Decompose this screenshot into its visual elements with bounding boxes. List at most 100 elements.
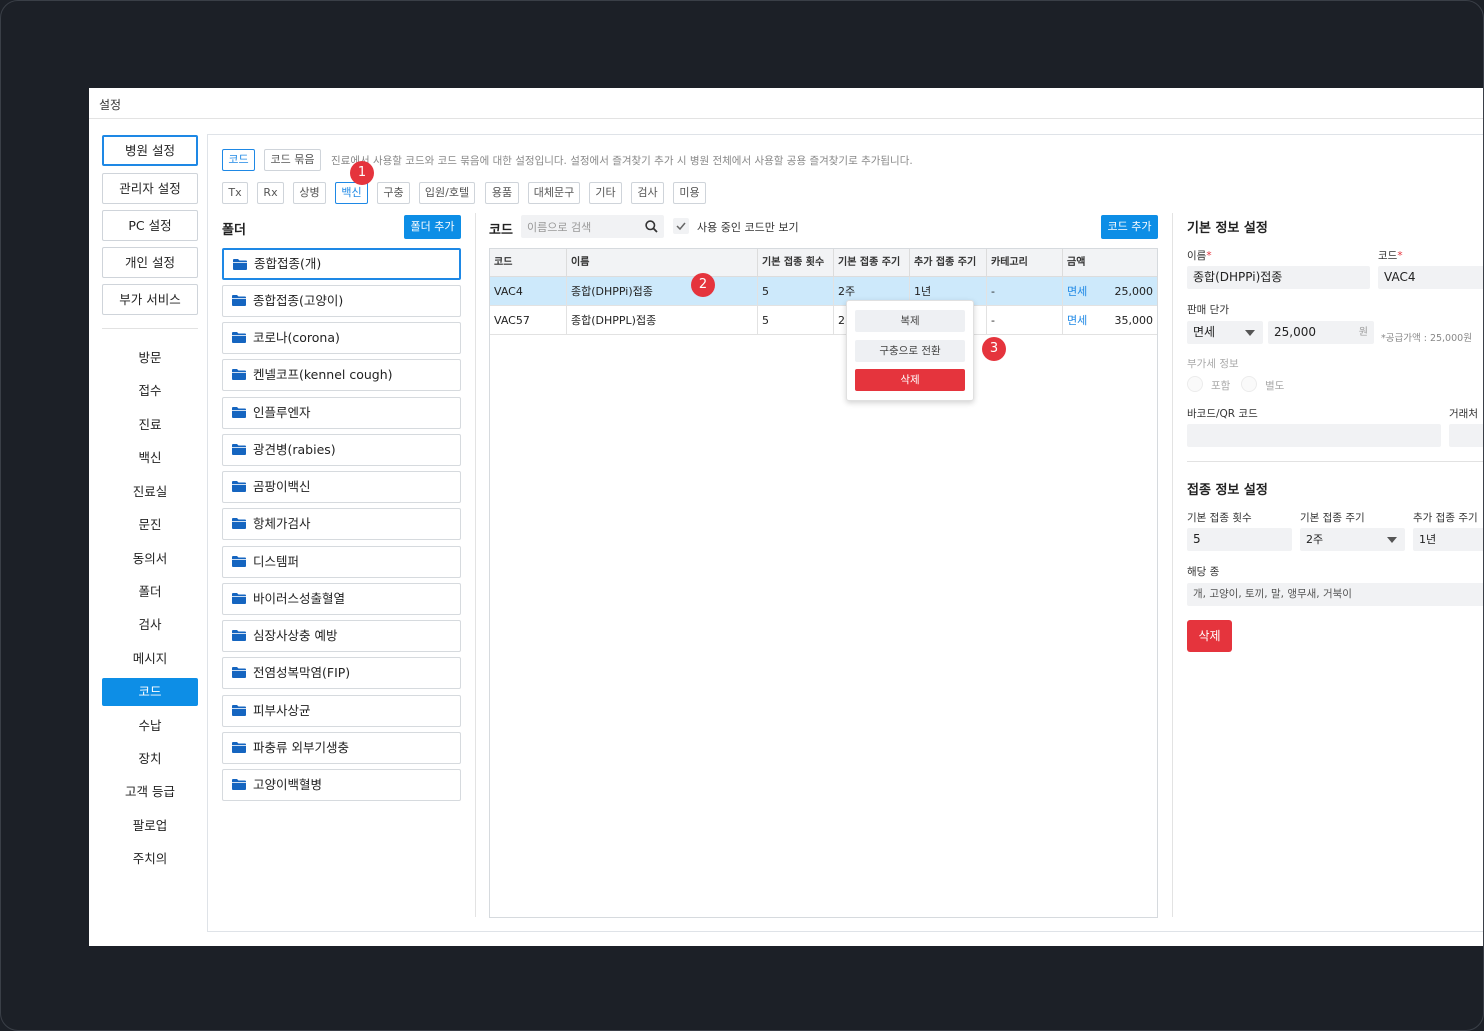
sidebar-item-doctor[interactable]: 주치의: [102, 845, 198, 873]
sidebar-item-grade[interactable]: 고객 등급: [102, 778, 198, 806]
column-header-price[interactable]: 금액: [1063, 249, 1157, 277]
sidebar-item-reception[interactable]: 접수: [102, 377, 198, 405]
only-active-checkbox[interactable]: [673, 218, 689, 234]
add-code-button[interactable]: 코드 추가: [1101, 215, 1158, 239]
folder-item[interactable]: 곰팡이백신: [222, 471, 461, 503]
tab-supplies[interactable]: 용품: [485, 182, 519, 204]
sidebar-item-code[interactable]: 코드: [102, 678, 198, 706]
folder-item[interactable]: 코로나(corona): [222, 322, 461, 354]
side-btn-addon[interactable]: 부가 서비스: [102, 284, 198, 315]
vat-separate-radio[interactable]: [1241, 376, 1257, 392]
folder-item[interactable]: 항체가검사: [222, 508, 461, 540]
tab-etc[interactable]: 기타: [589, 182, 622, 204]
sidebar-item-device[interactable]: 장치: [102, 745, 198, 773]
tax-select[interactable]: 면세: [1187, 321, 1263, 344]
sidebar-item-visit[interactable]: 방문: [102, 344, 198, 372]
folder-icon: [232, 593, 246, 604]
sidebar-item-consent[interactable]: 동의서: [102, 545, 198, 573]
convert-menu-item[interactable]: 구충으로 전환: [855, 340, 965, 362]
search-icon[interactable]: [645, 220, 658, 233]
folder-label: 코로나(corona): [253, 330, 340, 345]
tab-exam[interactable]: 검사: [631, 182, 664, 204]
supply-note: *공급가액 : 25,000원: [1381, 333, 1472, 344]
tab-tx[interactable]: Tx: [222, 182, 248, 204]
folder-item[interactable]: 디스템퍼: [222, 546, 461, 578]
tab-rx[interactable]: Rx: [257, 182, 284, 204]
app-frame: 설정 병원 설정 관리자 설정 PC 설정 개인 설정 부가 서비스 방문 접수…: [0, 0, 1484, 1031]
vendor-field[interactable]: [1449, 424, 1483, 447]
folder-item[interactable]: 종합접종(고양이): [222, 285, 461, 317]
sidebar-item-questionnaire[interactable]: 문진: [102, 511, 198, 539]
tab-code[interactable]: 코드: [222, 149, 255, 171]
table-row[interactable]: VAC57 종합(DHPPL)접종 5 2 - 면세 35,000: [490, 306, 1157, 335]
sidebar-item-folder[interactable]: 폴더: [102, 578, 198, 606]
table-row[interactable]: VAC4 종합(DHPPi)접종 5 2주 1년 - 면세 25,000: [490, 277, 1157, 306]
window-title: 설정: [99, 98, 122, 112]
cell-tax[interactable]: 면세: [1063, 306, 1103, 335]
add-folder-button[interactable]: 폴더 추가: [404, 215, 461, 239]
tab-vaccine[interactable]: 백신: [335, 182, 368, 204]
vendor-label: 거래처: [1449, 408, 1478, 420]
tab-alt-text[interactable]: 대체문구: [528, 182, 580, 204]
cell-category: -: [987, 306, 1063, 335]
vat-separate-label: 별도: [1265, 380, 1285, 392]
folder-label: 디스템퍼: [253, 554, 300, 569]
page-description: 진료에서 사용할 코드와 코드 묶음에 대한 설정입니다. 설정에서 즐겨찾기 …: [331, 155, 913, 167]
folder-label: 심장사상충 예방: [253, 628, 338, 643]
delete-button[interactable]: 삭제: [1187, 620, 1232, 652]
sidebar-item-vaccine[interactable]: 백신: [102, 444, 198, 472]
side-btn-pc[interactable]: PC 설정: [102, 210, 198, 241]
column-header-extra[interactable]: 추가 접종 주기: [910, 249, 987, 277]
name-field[interactable]: 종합(DHPPi)접종: [1187, 266, 1370, 289]
context-menu: 복제 구충으로 전환 삭제: [846, 300, 974, 401]
sidebar-item-exam[interactable]: 검사: [102, 611, 198, 639]
side-btn-admin[interactable]: 관리자 설정: [102, 173, 198, 204]
column-header-name[interactable]: 이름: [567, 249, 758, 277]
folder-label: 광견병(rabies): [253, 442, 336, 457]
folder-icon: [232, 518, 246, 529]
barcode-field[interactable]: [1187, 424, 1441, 447]
column-header-count[interactable]: 기본 접종 횟수: [758, 249, 834, 277]
only-active-label: 사용 중인 코드만 보기: [697, 221, 799, 234]
code-field[interactable]: VAC4: [1378, 266, 1483, 289]
sidebar-item-payment[interactable]: 수납: [102, 712, 198, 740]
tab-deworming[interactable]: 구충: [377, 182, 410, 204]
search-input[interactable]: 이름으로 검색: [521, 215, 664, 238]
folder-item[interactable]: 광견병(rabies): [222, 434, 461, 466]
vat-include-radio[interactable]: [1187, 376, 1203, 392]
tab-hospitalization[interactable]: 입원/호텔: [419, 182, 475, 204]
cell-count: 5: [758, 306, 834, 335]
column-header-category[interactable]: 카테고리: [987, 249, 1063, 277]
count-field[interactable]: 5: [1187, 528, 1292, 551]
folder-item[interactable]: 인플루엔자: [222, 397, 461, 429]
delete-menu-item[interactable]: 삭제: [855, 369, 965, 391]
column-header-code[interactable]: 코드: [490, 249, 567, 277]
species-field[interactable]: 개, 고양이, 토끼, 말, 앵무새, 거북이: [1187, 583, 1483, 606]
folder-item[interactable]: 파충류 외부기생충: [222, 732, 461, 764]
folder-item[interactable]: 피부사상균: [222, 695, 461, 727]
tab-diagnosis[interactable]: 상병: [293, 182, 326, 204]
extra-field[interactable]: 1년: [1413, 528, 1483, 551]
sidebar-item-message[interactable]: 메시지: [102, 645, 198, 673]
sidebar-item-room[interactable]: 진료실: [102, 478, 198, 506]
sidebar-item-treatment[interactable]: 진료: [102, 411, 198, 439]
tab-code-bundle[interactable]: 코드 묶음: [264, 149, 321, 171]
folder-item[interactable]: 전염성복막염(FIP): [222, 657, 461, 689]
tab-grooming[interactable]: 미용: [673, 182, 706, 204]
price-field[interactable]: 25,000 원: [1268, 321, 1374, 344]
duplicate-menu-item[interactable]: 복제: [855, 310, 965, 332]
folder-item[interactable]: 고양이백혈병: [222, 769, 461, 801]
cell-price: 25,000: [1114, 285, 1154, 298]
column-header-cycle[interactable]: 기본 접종 주기: [834, 249, 910, 277]
side-btn-hospital[interactable]: 병원 설정: [102, 135, 198, 166]
cycle-select[interactable]: 2주: [1300, 528, 1405, 551]
folder-item[interactable]: 켄넬코프(kennel cough): [222, 359, 461, 391]
folder-icon: [232, 295, 246, 306]
folder-item[interactable]: 바이러스성출혈열: [222, 583, 461, 615]
side-btn-personal[interactable]: 개인 설정: [102, 247, 198, 278]
folder-item[interactable]: 심장사상충 예방: [222, 620, 461, 652]
folder-item[interactable]: 종합접종(개): [222, 248, 461, 280]
cell-code: VAC4: [490, 277, 567, 306]
sidebar-item-followup[interactable]: 팔로업: [102, 812, 198, 840]
cell-tax[interactable]: 면세: [1063, 277, 1103, 306]
